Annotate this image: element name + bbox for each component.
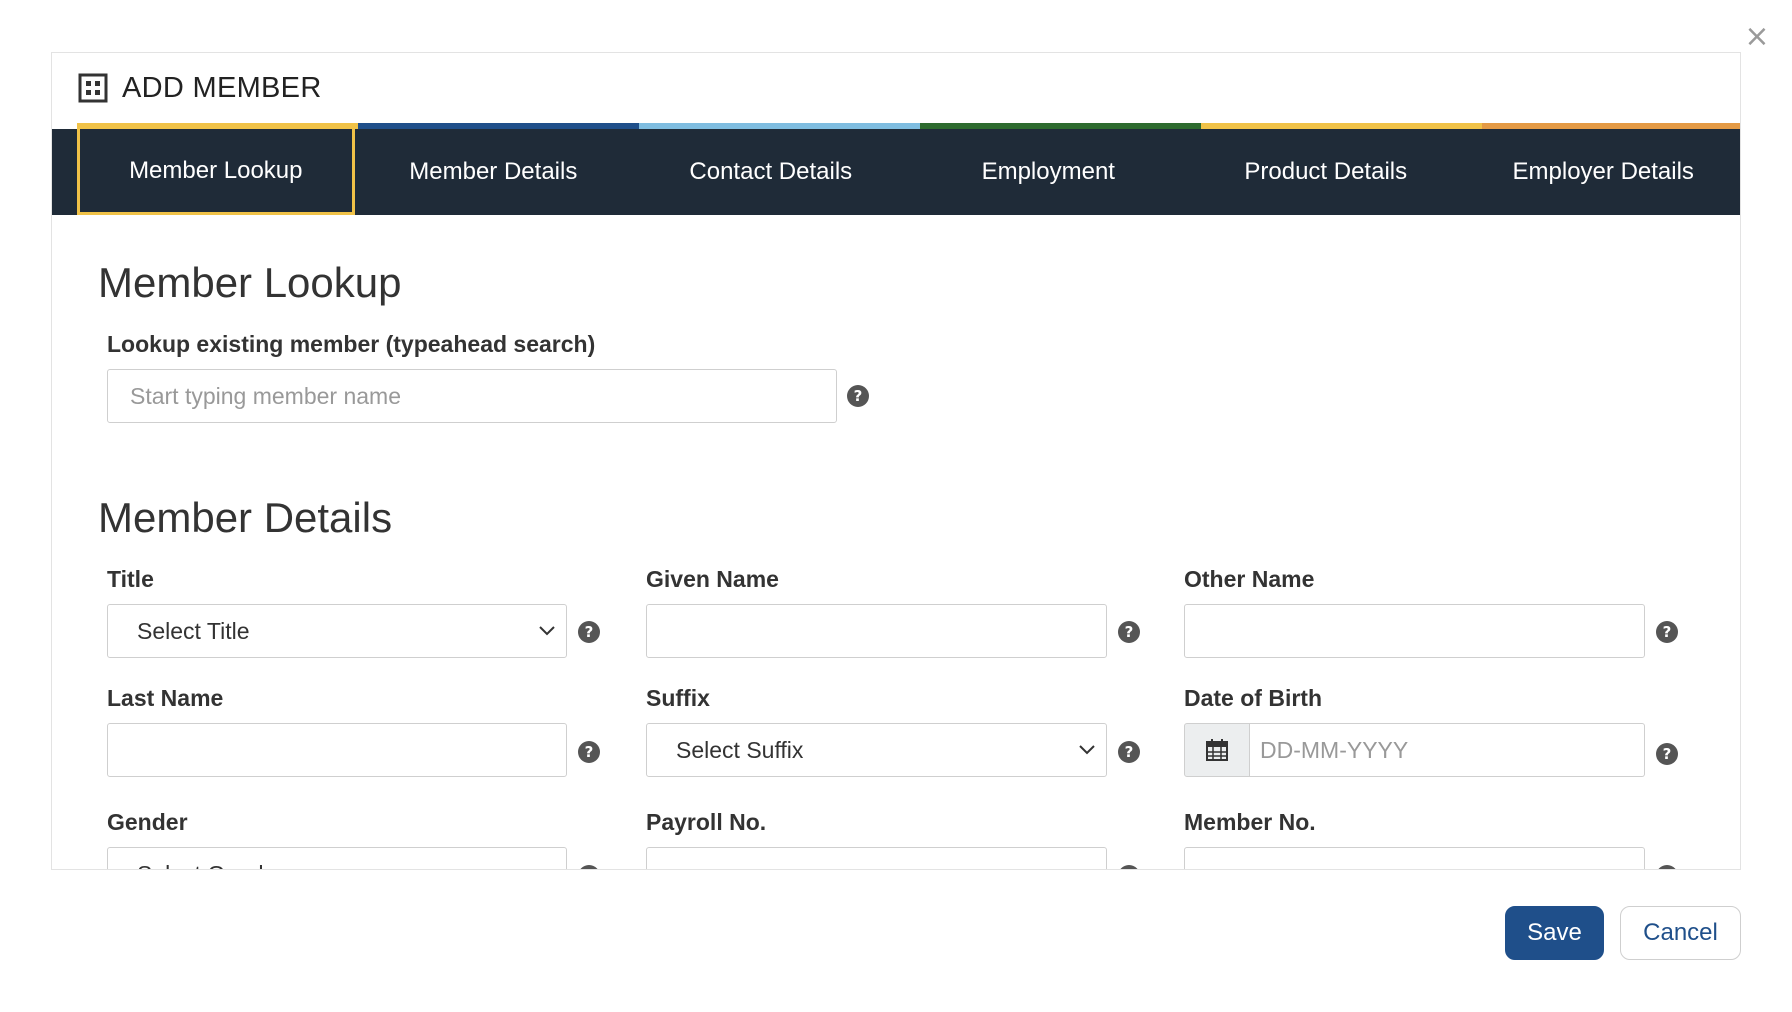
tab-label: Member Lookup bbox=[129, 156, 303, 184]
grid-icon bbox=[78, 73, 108, 103]
given-name-label: Given Name bbox=[646, 566, 779, 592]
panel-header: ADD MEMBER bbox=[52, 53, 1740, 123]
tab-product-details[interactable]: Product Details bbox=[1187, 129, 1464, 215]
other-name-input[interactable] bbox=[1184, 604, 1645, 658]
calendar-button[interactable] bbox=[1184, 723, 1250, 777]
wizard-tabs: Member Lookup Member Details Contact Det… bbox=[52, 123, 1741, 267]
close-icon[interactable]: × bbox=[1742, 22, 1772, 52]
save-button[interactable]: Save bbox=[1505, 906, 1604, 960]
tab-row: Member Lookup Member Details Contact Det… bbox=[52, 123, 1741, 215]
help-icon[interactable]: ? bbox=[578, 741, 600, 763]
modal-title: ADD MEMBER bbox=[122, 71, 322, 104]
member-no-input[interactable] bbox=[1184, 847, 1645, 869]
tab-label: Product Details bbox=[1244, 158, 1408, 185]
member-details-heading: Member Details bbox=[98, 494, 393, 541]
last-name-input[interactable] bbox=[107, 723, 567, 777]
suffix-select[interactable]: Select Suffix bbox=[646, 723, 1107, 777]
title-select-value: Select Title bbox=[137, 617, 250, 644]
suffix-select-value: Select Suffix bbox=[676, 736, 804, 763]
cancel-button[interactable]: Cancel bbox=[1620, 906, 1741, 960]
member-search-input[interactable]: Start typing member name bbox=[107, 369, 837, 423]
help-icon[interactable]: ? bbox=[1118, 621, 1140, 643]
payroll-no-input[interactable] bbox=[646, 847, 1107, 869]
member-lookup-heading: Member Lookup bbox=[98, 259, 402, 306]
help-icon[interactable]: ? bbox=[578, 621, 600, 643]
given-name-input[interactable] bbox=[646, 604, 1107, 658]
chevron-down-icon bbox=[539, 626, 555, 636]
gender-select[interactable]: Select Gender bbox=[107, 847, 567, 870]
title-select[interactable]: Select Title bbox=[107, 604, 567, 658]
help-icon[interactable]: ? bbox=[1656, 743, 1678, 765]
last-name-label: Last Name bbox=[107, 685, 224, 711]
tab-label: Employer Details bbox=[1512, 158, 1694, 185]
tab-label: Contact Details bbox=[689, 158, 853, 185]
member-no-label: Member No. bbox=[1184, 809, 1316, 835]
help-icon[interactable]: ? bbox=[1118, 741, 1140, 763]
title-label: Title bbox=[107, 566, 154, 592]
gender-label: Gender bbox=[107, 809, 188, 835]
gender-select-value: Select Gender bbox=[137, 861, 284, 870]
tab-member-lookup[interactable]: Member Lookup bbox=[77, 123, 358, 215]
form-panel: ADD MEMBER Member Lookup Member Details … bbox=[51, 52, 1741, 870]
tab-contact-details[interactable]: Contact Details bbox=[632, 129, 909, 215]
dob-label: Date of Birth bbox=[1184, 685, 1322, 711]
tab-employment[interactable]: Employment bbox=[910, 129, 1187, 215]
dob-placeholder: DD-MM-YYYY bbox=[1260, 736, 1409, 763]
other-name-label: Other Name bbox=[1184, 566, 1315, 592]
tab-label: Employment bbox=[981, 158, 1115, 185]
chevron-down-icon bbox=[1079, 745, 1095, 755]
tab-employer-details[interactable]: Employer Details bbox=[1465, 129, 1741, 215]
dob-input[interactable]: DD-MM-YYYY bbox=[1250, 723, 1645, 777]
member-search-placeholder: Start typing member name bbox=[130, 382, 402, 409]
help-icon[interactable]: ? bbox=[847, 385, 869, 407]
help-icon[interactable]: ? bbox=[1656, 621, 1678, 643]
dob-input-group: DD-MM-YYYY bbox=[1184, 723, 1645, 777]
suffix-label: Suffix bbox=[646, 685, 710, 711]
lookup-label: Lookup existing member (typeahead search… bbox=[107, 331, 596, 357]
modal-footer: Save Cancel bbox=[0, 870, 1792, 1012]
tab-member-details[interactable]: Member Details bbox=[355, 129, 632, 215]
tab-label: Member Details bbox=[409, 158, 578, 185]
add-member-modal: × ADD MEMBER Member Lookup Member Detail… bbox=[0, 0, 1792, 1012]
calendar-icon bbox=[1206, 739, 1228, 761]
payroll-no-label: Payroll No. bbox=[646, 809, 767, 835]
